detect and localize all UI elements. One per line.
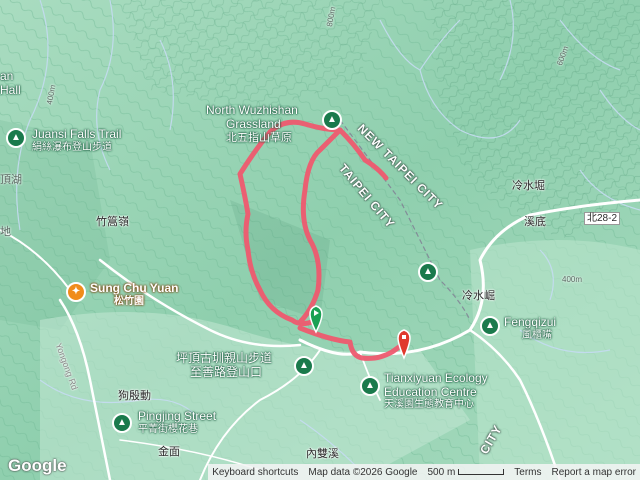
scale-label: 500 m [427,466,456,478]
report-map-error-link[interactable]: Report a map error [552,467,636,478]
start-marker-icon[interactable] [308,304,324,334]
tianxiyuan-label-zh: 天溪園生態教育中心 [384,399,474,410]
hiking-icon[interactable]: ▲ [322,110,342,130]
xidi-label: 溪底 [524,216,546,228]
left-edge-hall-label: Hall [0,83,21,97]
sung-chu-yuan-label-zh: 松竹園 [114,296,144,307]
zhugaoling-label: 竹篙嶺 [96,216,129,228]
restaurant-icon[interactable]: ✦ [66,282,86,302]
fengqizui-label-zh: 風櫃嘴 [522,330,552,341]
scale-bar [458,469,505,475]
map-canvas[interactable]: ▲ ▲ ▲ ▲ ▲ ▲ ▲ ✦ North Wuzhishan Grasslan… [0,0,640,480]
road-shield-bei28-2: 北28-2 [584,212,621,225]
attribution-bar: Keyboard shortcuts Map data ©2026 Google… [208,464,640,480]
elevation-400-label: 400m [562,275,583,284]
map-data-attribution: Map data ©2026 Google [308,466,418,478]
sung-chu-yuan-label-en: Sung Chu Yuan [90,281,179,295]
tianxiyuan-label-en1: Tianxiyuan Ecology [384,371,488,385]
google-logo[interactable]: Google [8,456,67,476]
trailhead-label-line1: 坪頂古圳親山步道 [176,351,273,365]
juansi-falls-label-zh: 絹絲瀑布登山步道 [32,142,112,153]
hiking-icon[interactable]: ▲ [112,413,132,433]
hiking-icon[interactable]: ▲ [480,316,500,336]
hiking-icon[interactable]: ▲ [294,356,314,376]
north-wuzhishan-label-zh: 北五指山草原 [226,132,292,144]
tianxiyuan-label-en2: Education Centre [384,385,477,399]
huhu-label: 頂湖 [0,174,22,186]
left-edge-di-label: 地 [0,226,11,238]
keyboard-shortcuts-link[interactable]: Keyboard shortcuts [212,467,298,478]
hiking-icon[interactable]: ▲ [418,262,438,282]
juansi-falls-label-en: Juansi Falls Trail [32,127,122,141]
north-wuzhishan-label-en1: North Wuzhishan [206,103,298,117]
hiking-icon[interactable]: ▲ [6,128,26,148]
park-tree-icon[interactable]: ▲ [360,376,380,396]
left-edge-label: an [0,69,14,83]
neishuangxi-label: 內雙溪 [306,448,339,460]
terrain-layer [0,0,640,480]
lengshuiliao-label: 冷水崛 [462,290,495,302]
north-wuzhishan-label-en2: Grassland [226,117,281,131]
scale-control[interactable]: 500 m [427,466,505,478]
jinmian-label: 金面 [158,446,180,458]
pingjing-street-label-en: Pingjing Street [138,409,217,423]
terms-link[interactable]: Terms [514,467,541,478]
fengqizui-label-en: Fengqizui [504,315,557,329]
lengshuikeng-label: 冷水堀 [512,180,545,192]
end-marker-icon[interactable] [396,328,412,360]
trailhead-label-line2: 至善路登山口 [190,365,263,379]
pingjing-street-label-zh: 平菁街櫻花巷 [138,424,198,435]
gouyindong-label: 狗殷動 [118,390,151,402]
